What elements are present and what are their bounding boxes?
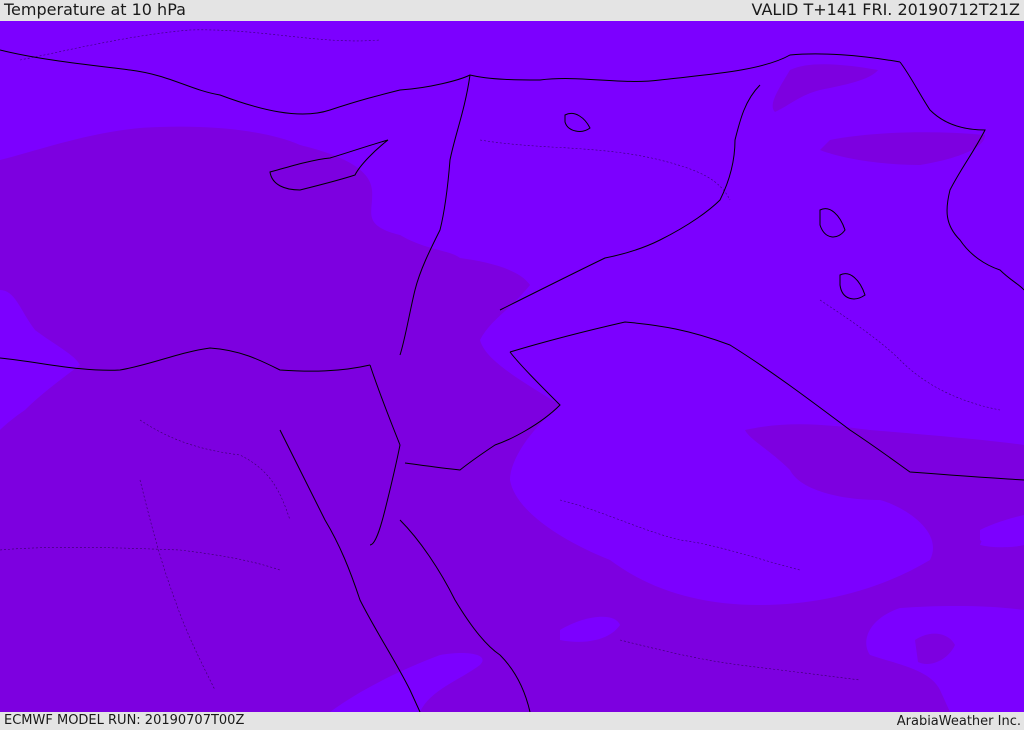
map-canvas (0, 21, 1024, 712)
model-run-label: ECMWF MODEL RUN: 20190707T00Z (4, 713, 245, 728)
top-bar: Temperature at 10 hPa VALID T+141 FRI. 2… (0, 0, 1024, 21)
map-title: Temperature at 10 hPa (4, 0, 186, 19)
bottom-bar: ECMWF MODEL RUN: 20190707T00Z ArabiaWeat… (0, 712, 1024, 729)
map-area (0, 21, 1024, 712)
credit-label: ArabiaWeather Inc. (896, 714, 1021, 729)
valid-time: VALID T+141 FRI. 20190712T21Z (751, 0, 1020, 19)
